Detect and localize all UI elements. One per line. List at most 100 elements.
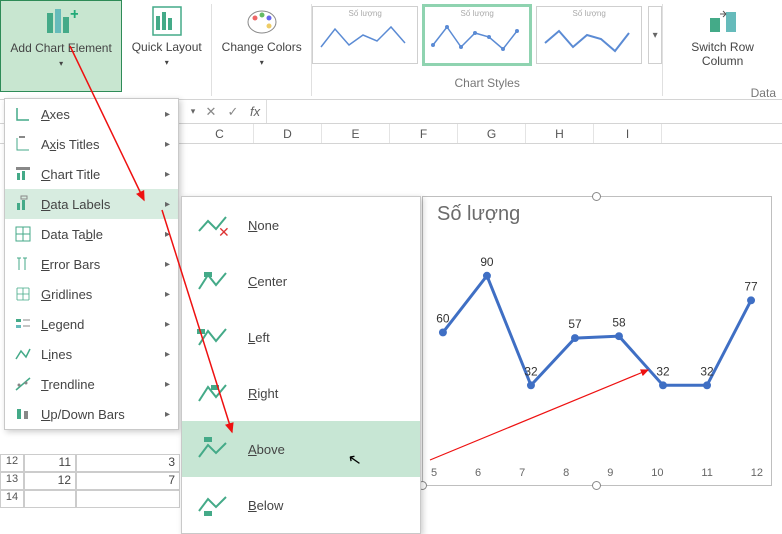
legend-icon	[13, 314, 33, 334]
quick-layout-label: Quick Layout ▾	[128, 40, 205, 70]
menu-item-trendline[interactable]: Trendline▸	[5, 369, 178, 399]
menu-item-gridlines[interactable]: Gridlines▸	[5, 279, 178, 309]
change-colors-label: Change Colors ▾	[218, 40, 305, 70]
trendline-icon	[13, 374, 33, 394]
menu-label: Chart Title	[41, 167, 100, 182]
svg-text:✕: ✕	[218, 224, 230, 239]
svg-text:32: 32	[524, 364, 538, 378]
add-chart-element-button[interactable]: + Add Chart Element ▾	[0, 0, 122, 92]
submenu-item-right[interactable]: Right	[182, 365, 420, 421]
cell[interactable]: 11	[24, 454, 76, 472]
add-chart-element-menu: Axes▸ Axis Titles▸ Chart Title▸ Data Lab…	[4, 98, 179, 430]
submenu-item-above[interactable]: Above	[182, 421, 420, 477]
add-chart-element-icon: +	[44, 5, 78, 39]
menu-label: Axes	[41, 107, 70, 122]
col-header[interactable]: F	[390, 124, 458, 143]
cell[interactable]	[76, 490, 180, 508]
chart-style-2[interactable]: Số lượng	[424, 6, 530, 64]
switch-row-column-icon	[706, 4, 740, 38]
add-chart-element-label: Add Chart Element ▾	[7, 41, 115, 71]
formula-input[interactable]	[266, 100, 782, 123]
svg-text:58: 58	[612, 315, 626, 329]
chart-styles-group: Số lượng Số lượng Số lượng ▾ Chart Style…	[312, 0, 662, 100]
fx-label[interactable]: fx	[250, 104, 260, 119]
data-group-label: Data	[751, 86, 776, 100]
palette-icon	[245, 4, 279, 38]
menu-item-lines[interactable]: Lines▸	[5, 339, 178, 369]
svg-text:57: 57	[568, 317, 582, 331]
submenu-label: Left	[248, 330, 270, 345]
svg-text:32: 32	[700, 364, 714, 378]
embedded-chart[interactable]: Số lượng 6090325758323277 56789101112	[422, 196, 772, 486]
submenu-item-below[interactable]: Below	[182, 477, 420, 533]
svg-text:+: +	[70, 6, 78, 23]
menu-label: Up/Down Bars	[41, 407, 125, 422]
col-header[interactable]: C	[186, 124, 254, 143]
submenu-label: Below	[248, 498, 283, 513]
chart-styles-more-button[interactable]: ▾	[648, 6, 662, 64]
menu-item-axis-titles[interactable]: Axis Titles▸	[5, 129, 178, 159]
row-header[interactable]: 13	[0, 472, 24, 490]
col-header[interactable]: D	[254, 124, 322, 143]
menu-label: Data Labels	[41, 197, 110, 212]
axis-titles-icon	[13, 134, 33, 154]
submenu-item-center[interactable]: Center	[182, 253, 420, 309]
menu-label: Legend	[41, 317, 84, 332]
menu-item-error-bars[interactable]: Error Bars▸	[5, 249, 178, 279]
chart-style-1[interactable]: Số lượng	[312, 6, 418, 64]
gridlines-icon	[13, 284, 33, 304]
submenu-label: Right	[248, 386, 278, 401]
chart-plot-area[interactable]: 6090325758323277	[431, 237, 763, 456]
chart-style-3[interactable]: Số lượng	[536, 6, 642, 64]
col-header[interactable]: G	[458, 124, 526, 143]
quick-layout-button[interactable]: Quick Layout ▾	[122, 0, 211, 92]
cell[interactable]: 7	[76, 472, 180, 490]
menu-item-legend[interactable]: Legend▸	[5, 309, 178, 339]
axes-icon	[13, 104, 33, 124]
cell[interactable]	[24, 490, 76, 508]
menu-label: Error Bars	[41, 257, 100, 272]
cell[interactable]: 12	[24, 472, 76, 490]
resize-handle[interactable]	[592, 481, 601, 490]
table-row: 14	[0, 490, 180, 508]
svg-text:90: 90	[480, 255, 494, 269]
menu-label: Trendline	[41, 377, 95, 392]
submenu-label: None	[248, 218, 279, 233]
chart-styles-label: Chart Styles	[455, 76, 520, 90]
enter-formula-button[interactable]: ✓	[222, 104, 244, 120]
data-labels-none-icon: ✕	[196, 210, 230, 240]
quick-layout-icon	[150, 4, 184, 38]
col-header[interactable]: E	[322, 124, 390, 143]
svg-text:32: 32	[656, 364, 670, 378]
data-labels-icon	[13, 194, 33, 214]
sheet-rows: 12 11 3 13 12 7 14	[0, 454, 180, 508]
data-labels-left-icon	[196, 322, 230, 352]
col-header[interactable]: I	[594, 124, 662, 143]
row-header[interactable]: 14	[0, 490, 24, 508]
cancel-formula-button[interactable]: ✕	[200, 104, 222, 120]
submenu-label: Above	[248, 442, 285, 457]
error-bars-icon	[13, 254, 33, 274]
menu-label: Lines	[41, 347, 72, 362]
submenu-item-left[interactable]: Left	[182, 309, 420, 365]
menu-item-data-labels[interactable]: Data Labels▸	[5, 189, 178, 219]
table-row: 12 11 3	[0, 454, 180, 472]
row-header[interactable]: 12	[0, 454, 24, 472]
change-colors-button[interactable]: Change Colors ▾	[212, 0, 311, 92]
resize-handle[interactable]	[592, 192, 601, 201]
data-table-icon	[13, 224, 33, 244]
submenu-item-none[interactable]: ✕ None	[182, 197, 420, 253]
menu-item-data-table[interactable]: Data Table▸	[5, 219, 178, 249]
table-row: 13 12 7	[0, 472, 180, 490]
menu-item-up-down-bars[interactable]: Up/Down Bars▸	[5, 399, 178, 429]
switch-row-column-button[interactable]: Switch Row Column	[663, 0, 782, 92]
menu-item-axes[interactable]: Axes▸	[5, 99, 178, 129]
col-header[interactable]: H	[526, 124, 594, 143]
menu-item-chart-title[interactable]: Chart Title▸	[5, 159, 178, 189]
lines-icon	[13, 344, 33, 364]
cell[interactable]: 3	[76, 454, 180, 472]
name-box-dropdown[interactable]: ▾	[186, 106, 200, 117]
data-labels-below-icon	[196, 490, 230, 520]
chart-title[interactable]: Số lượng	[437, 203, 771, 226]
svg-text:77: 77	[744, 279, 758, 293]
